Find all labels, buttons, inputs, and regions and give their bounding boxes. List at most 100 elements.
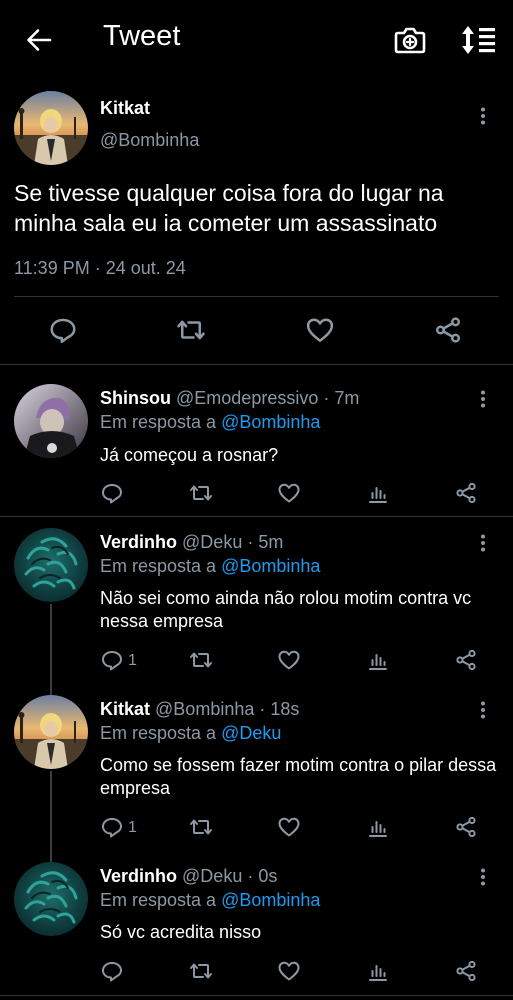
share-icon — [454, 648, 478, 672]
avatar[interactable] — [14, 91, 88, 165]
sort-icon — [462, 26, 495, 54]
views-button[interactable] — [366, 959, 390, 983]
author-handle[interactable]: @Emodepressivo — [176, 388, 318, 408]
tweet-text: Se tivesse qualquer coisa fora do lugar … — [14, 180, 444, 236]
retweet-icon — [189, 815, 213, 839]
author-name[interactable]: Verdinho — [100, 532, 177, 552]
reply-tweet[interactable]: Kitkat @Bombinha · 18s Em resposta a @De… — [0, 683, 513, 850]
author-handle[interactable]: @Deku — [182, 532, 242, 552]
heart-icon — [277, 481, 301, 505]
share-button[interactable] — [454, 648, 478, 672]
replying-to: Em resposta a @Deku — [100, 723, 281, 744]
more-options-icon[interactable] — [473, 867, 493, 887]
reply-header: Kitkat @Bombinha · 18s — [100, 699, 299, 720]
mention-link[interactable]: @Bombinha — [221, 412, 320, 432]
tweet-time: · 5m — [247, 532, 284, 552]
mention-link[interactable]: @Bombinha — [221, 890, 320, 910]
retweet-button[interactable] — [189, 648, 213, 672]
reply-count: 1 — [128, 819, 137, 836]
stats-icon — [366, 481, 390, 505]
avatar[interactable] — [14, 384, 88, 458]
tweet-text: Como se fossem fazer motim contra o pila… — [100, 755, 497, 798]
reply-tweet[interactable]: Verdinho @Deku · 5m Em resposta a @Bombi… — [0, 516, 513, 683]
author-handle[interactable]: @Bombinha — [100, 130, 199, 151]
mention-link[interactable]: @Deku — [221, 723, 281, 743]
reply-tweet[interactable]: Shinsou @Emodepressivo · 7m Em resposta … — [0, 364, 513, 516]
stats-icon — [366, 959, 390, 983]
tweet-time: · 0s — [247, 866, 278, 886]
views-button[interactable] — [366, 648, 390, 672]
stats-icon — [366, 815, 390, 839]
heart-icon — [305, 315, 335, 345]
retweet-button[interactable] — [189, 481, 213, 505]
arrow-left-icon — [27, 29, 52, 51]
avatar[interactable] — [14, 862, 88, 936]
camera-plus-icon — [394, 27, 426, 54]
sort-replies-button[interactable] — [461, 24, 497, 56]
like-button[interactable] — [277, 815, 301, 839]
reply-count: 1 — [128, 652, 137, 669]
replying-to-label: Em resposta a — [100, 412, 217, 432]
more-options-icon[interactable] — [473, 533, 493, 553]
author-handle[interactable]: @Deku — [182, 866, 242, 886]
avatar[interactable] — [14, 695, 88, 769]
retweet-icon — [176, 315, 206, 345]
reply-header: Verdinho @Deku · 5m — [100, 532, 283, 553]
more-options-icon[interactable] — [473, 106, 493, 126]
reply-button[interactable] — [100, 648, 124, 672]
like-button[interactable] — [305, 315, 335, 345]
retweet-button[interactable] — [189, 959, 213, 983]
reply-tweet[interactable]: Verdinho @Deku · 0s Em resposta a @Bombi… — [0, 850, 513, 994]
avatar[interactable] — [14, 528, 88, 602]
retweet-icon — [189, 959, 213, 983]
retweet-button[interactable] — [189, 815, 213, 839]
share-button[interactable] — [433, 315, 463, 345]
heart-icon — [277, 959, 301, 983]
tweet-time: · 7m — [323, 388, 360, 408]
author-name[interactable]: Kitkat — [100, 98, 150, 119]
more-options-icon[interactable] — [473, 700, 493, 720]
reply-button[interactable] — [100, 959, 124, 983]
reply-header: Verdinho @Deku · 0s — [100, 866, 277, 887]
retweet-icon — [189, 648, 213, 672]
divider — [0, 995, 513, 996]
mention-link[interactable]: @Bombinha — [221, 556, 320, 576]
reply-button[interactable] — [48, 315, 78, 345]
replying-to: Em resposta a @Bombinha — [100, 412, 320, 433]
author-name[interactable]: Kitkat — [100, 699, 150, 719]
share-icon — [454, 815, 478, 839]
heart-icon — [277, 815, 301, 839]
like-button[interactable] — [277, 648, 301, 672]
back-button[interactable] — [24, 25, 54, 55]
author-name[interactable]: Verdinho — [100, 866, 177, 886]
reply-icon — [100, 959, 124, 983]
tweet-time: · 18s — [259, 699, 300, 719]
replying-to: Em resposta a @Bombinha — [100, 556, 320, 577]
divider — [14, 296, 499, 297]
author-name[interactable]: Shinsou — [100, 388, 171, 408]
more-options-icon[interactable] — [473, 389, 493, 409]
tweet-text: Não sei como ainda não rolou motim contr… — [100, 588, 472, 631]
reply-icon — [100, 815, 124, 839]
reply-button[interactable] — [100, 481, 124, 505]
stats-icon — [366, 648, 390, 672]
replying-to: Em resposta a @Bombinha — [100, 890, 320, 911]
reply-header: Shinsou @Emodepressivo · 7m — [100, 388, 359, 409]
share-button[interactable] — [454, 959, 478, 983]
share-button[interactable] — [454, 481, 478, 505]
like-button[interactable] — [277, 959, 301, 983]
views-button[interactable] — [366, 481, 390, 505]
share-button[interactable] — [454, 815, 478, 839]
page-title: Tweet — [103, 20, 181, 52]
author-handle[interactable]: @Bombinha — [155, 699, 254, 719]
reply-button[interactable] — [100, 815, 124, 839]
reply-icon — [100, 481, 124, 505]
reply-icon — [100, 648, 124, 672]
views-button[interactable] — [366, 815, 390, 839]
camera-button[interactable] — [393, 24, 427, 56]
retweet-icon — [189, 481, 213, 505]
replying-to-label: Em resposta a — [100, 723, 217, 743]
like-button[interactable] — [277, 481, 301, 505]
tweet-text: Já começou a rosnar? — [100, 445, 279, 465]
retweet-button[interactable] — [176, 315, 206, 345]
